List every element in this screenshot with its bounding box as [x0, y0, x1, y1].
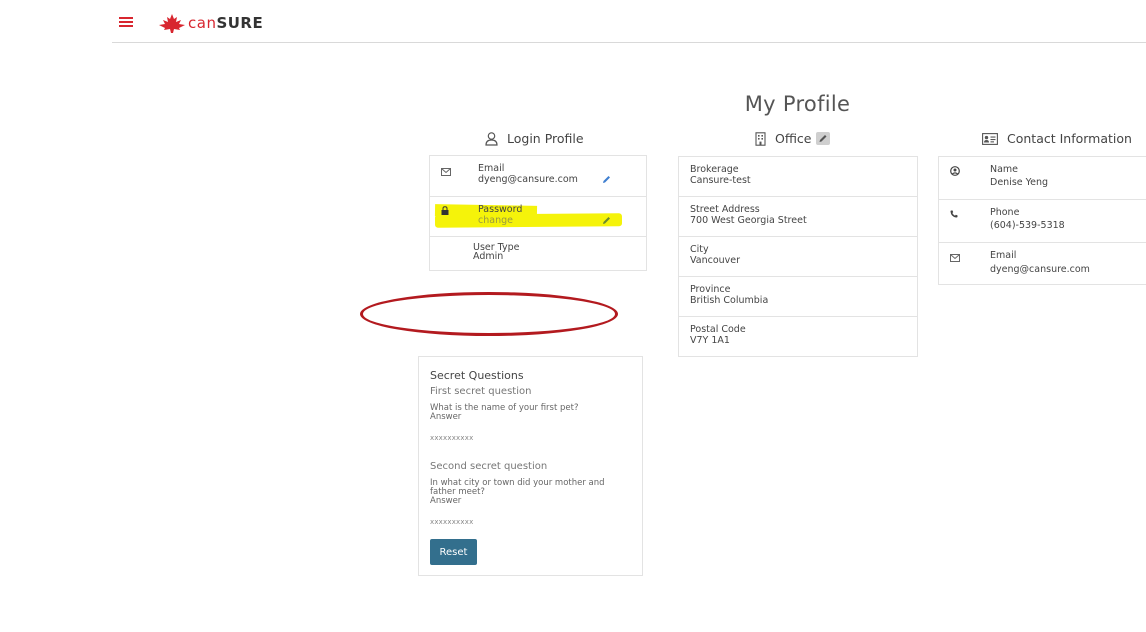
- logo-suffix: SURE: [216, 14, 264, 32]
- street-address-label: Street Address: [690, 204, 760, 215]
- office-heading: Office: [755, 131, 839, 146]
- contact-name-value: Denise Yeng: [990, 177, 1049, 188]
- mail-icon: [441, 168, 451, 176]
- page-title: My Profile: [744, 92, 851, 116]
- maple-leaf-icon: [159, 14, 185, 33]
- login-email-label: Email: [478, 163, 505, 174]
- logo-prefix: can: [188, 14, 217, 32]
- office-title: Office: [775, 131, 812, 146]
- contact-email-label: Email: [990, 250, 1017, 261]
- city-value: Vancouver: [690, 255, 741, 266]
- login-profile-card: Email dyeng@cansure.com Password change …: [429, 155, 647, 271]
- brokerage-label: Brokerage: [690, 164, 739, 175]
- city-row: City Vancouver: [679, 237, 917, 277]
- top-bar: canSURE: [0, 0, 1146, 43]
- contact-title: Contact Information: [1007, 131, 1132, 146]
- login-user-type-row: User Type Admin: [430, 237, 646, 271]
- contact-name-label: Name: [990, 164, 1019, 175]
- contact-email-value: dyeng@cansure.com: [990, 264, 1090, 275]
- province-label: Province: [690, 284, 731, 295]
- password-change-link[interactable]: change: [478, 215, 513, 226]
- contact-phone-value: (604)-539-5318: [990, 220, 1065, 231]
- contact-card: Name Denise Yeng Phone (604)-539-5318 Em…: [938, 156, 1146, 285]
- brokerage-row: Brokerage Cansure-test: [679, 157, 917, 197]
- lock-icon: [441, 206, 449, 215]
- building-icon: [755, 131, 766, 146]
- edit-password-pencil-icon[interactable]: [602, 216, 611, 225]
- edit-email-pencil-icon[interactable]: [602, 175, 611, 184]
- menu-icon[interactable]: [119, 17, 133, 27]
- postal-code-row: Postal Code V7Y 1A1: [679, 317, 917, 355]
- brokerage-value: Cansure-test: [690, 175, 751, 186]
- postal-code-value: V7Y 1A1: [690, 335, 730, 346]
- login-profile-heading: Login Profile: [485, 131, 584, 146]
- mail-icon: [950, 254, 960, 262]
- postal-code-label: Postal Code: [690, 324, 746, 335]
- user-icon: [485, 131, 498, 146]
- city-label: City: [690, 244, 709, 255]
- first-answer-value: xxxxxxxxxx: [430, 434, 474, 442]
- second-answer-value: xxxxxxxxxx: [430, 518, 474, 526]
- street-address-row: Street Address 700 West Georgia Street: [679, 197, 917, 237]
- header-divider: [112, 42, 1146, 43]
- user-circle-icon: [950, 166, 960, 176]
- login-email-value: dyeng@cansure.com: [478, 174, 578, 185]
- contact-phone-label: Phone: [990, 207, 1020, 218]
- contact-phone-row: Phone (604)-539-5318: [939, 200, 1146, 243]
- password-label: Password: [478, 204, 523, 215]
- contact-card-icon: [982, 132, 998, 145]
- contact-name-row: Name Denise Yeng: [939, 157, 1146, 200]
- user-type-value: Admin: [473, 251, 504, 262]
- second-secret-question-heading: Second secret question: [430, 461, 548, 472]
- second-answer-label: Answer: [430, 496, 462, 506]
- contact-email-row: Email dyeng@cansure.com: [939, 243, 1146, 284]
- cansure-logo[interactable]: canSURE: [158, 11, 263, 35]
- reset-button[interactable]: Reset: [430, 539, 477, 565]
- contact-heading: Contact Information: [982, 131, 1132, 146]
- secret-questions-title: Secret Questions: [430, 369, 524, 382]
- password-highlight-lower: [434, 213, 623, 228]
- office-card: Brokerage Cansure-test Street Address 70…: [678, 156, 918, 357]
- login-profile-title: Login Profile: [507, 131, 584, 146]
- province-value: British Columbia: [690, 295, 769, 306]
- login-email-row: Email dyeng@cansure.com: [430, 156, 646, 197]
- province-row: Province British Columbia: [679, 277, 917, 317]
- annotation-circle: [360, 292, 618, 336]
- street-address-value: 700 West Georgia Street: [690, 215, 807, 226]
- edit-office-pencil-icon[interactable]: [815, 132, 830, 145]
- phone-icon: [950, 210, 958, 218]
- login-password-row: Password change: [430, 197, 646, 237]
- first-secret-question-heading: First secret question: [430, 386, 532, 397]
- first-answer-label: Answer: [430, 412, 462, 422]
- secret-questions-card: Secret Questions First secret question W…: [418, 356, 643, 576]
